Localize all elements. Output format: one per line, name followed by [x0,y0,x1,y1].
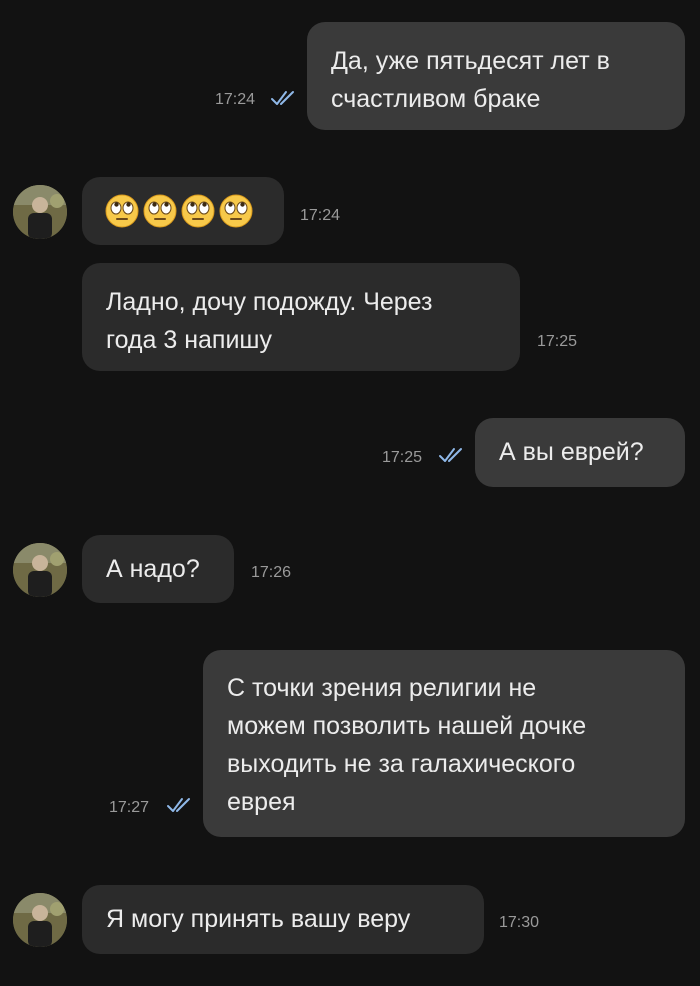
message-bubble-incoming[interactable]: Я могу принять вашу веру [82,885,484,954]
avatar-photo [13,543,67,597]
double-check-icon [271,91,294,105]
message-bubble-outgoing[interactable]: А вы еврей? [475,418,685,487]
face-with-rolling-eyes-icon [143,194,177,228]
message-timestamp: 17:24 [300,207,341,224]
message-text-line: можем позволить нашей дочке [227,712,587,740]
message-text-line: Да, уже пятьдесят лет в [331,47,610,75]
avatar[interactable] [13,893,67,947]
avatar[interactable] [13,543,67,597]
avatar[interactable] [13,185,67,239]
message-timestamp: 17:30 [499,914,540,931]
face-with-rolling-eyes-icon [219,194,253,228]
message-bubble-outgoing[interactable]: Да, уже пятьдесят лет в счастливом браке [307,22,685,130]
message-bubble-outgoing[interactable]: С точки зрения религии не можем позволит… [203,650,685,837]
double-check-icon [439,448,462,462]
face-with-rolling-eyes-icon [105,194,139,228]
message-text-line: Ладно, дочу подожду. Через [106,288,433,316]
avatar-photo [13,893,67,947]
message-text-line: счастливом браке [331,85,541,113]
message-bubble-incoming[interactable]: Ладно, дочу подожду. Через года 3 напишу [82,263,520,371]
double-check-icon [167,798,190,812]
message-timestamp: 17:25 [382,449,423,466]
message-text-line: А вы еврей? [499,438,644,466]
message-timestamp: 17:26 [251,564,292,581]
avatar-photo [13,185,67,239]
message-text-line: года 3 напишу [106,326,272,354]
message-bubble-incoming[interactable] [82,177,284,245]
message-timestamp: 17:25 [537,333,578,350]
face-with-rolling-eyes-icon [181,194,215,228]
message-text-line: выходить не за галахического [227,750,576,778]
message-text-line: еврея [227,788,296,816]
message-text-line: С точки зрения религии не [227,674,537,702]
message-text-line: Я могу принять вашу веру [106,905,411,933]
emoji-row [104,193,262,229]
message-timestamp: 17:27 [109,799,150,816]
message-timestamp: 17:24 [215,91,256,108]
message-text-line: А надо? [106,555,200,583]
message-bubble-incoming[interactable]: А надо? [82,535,234,603]
